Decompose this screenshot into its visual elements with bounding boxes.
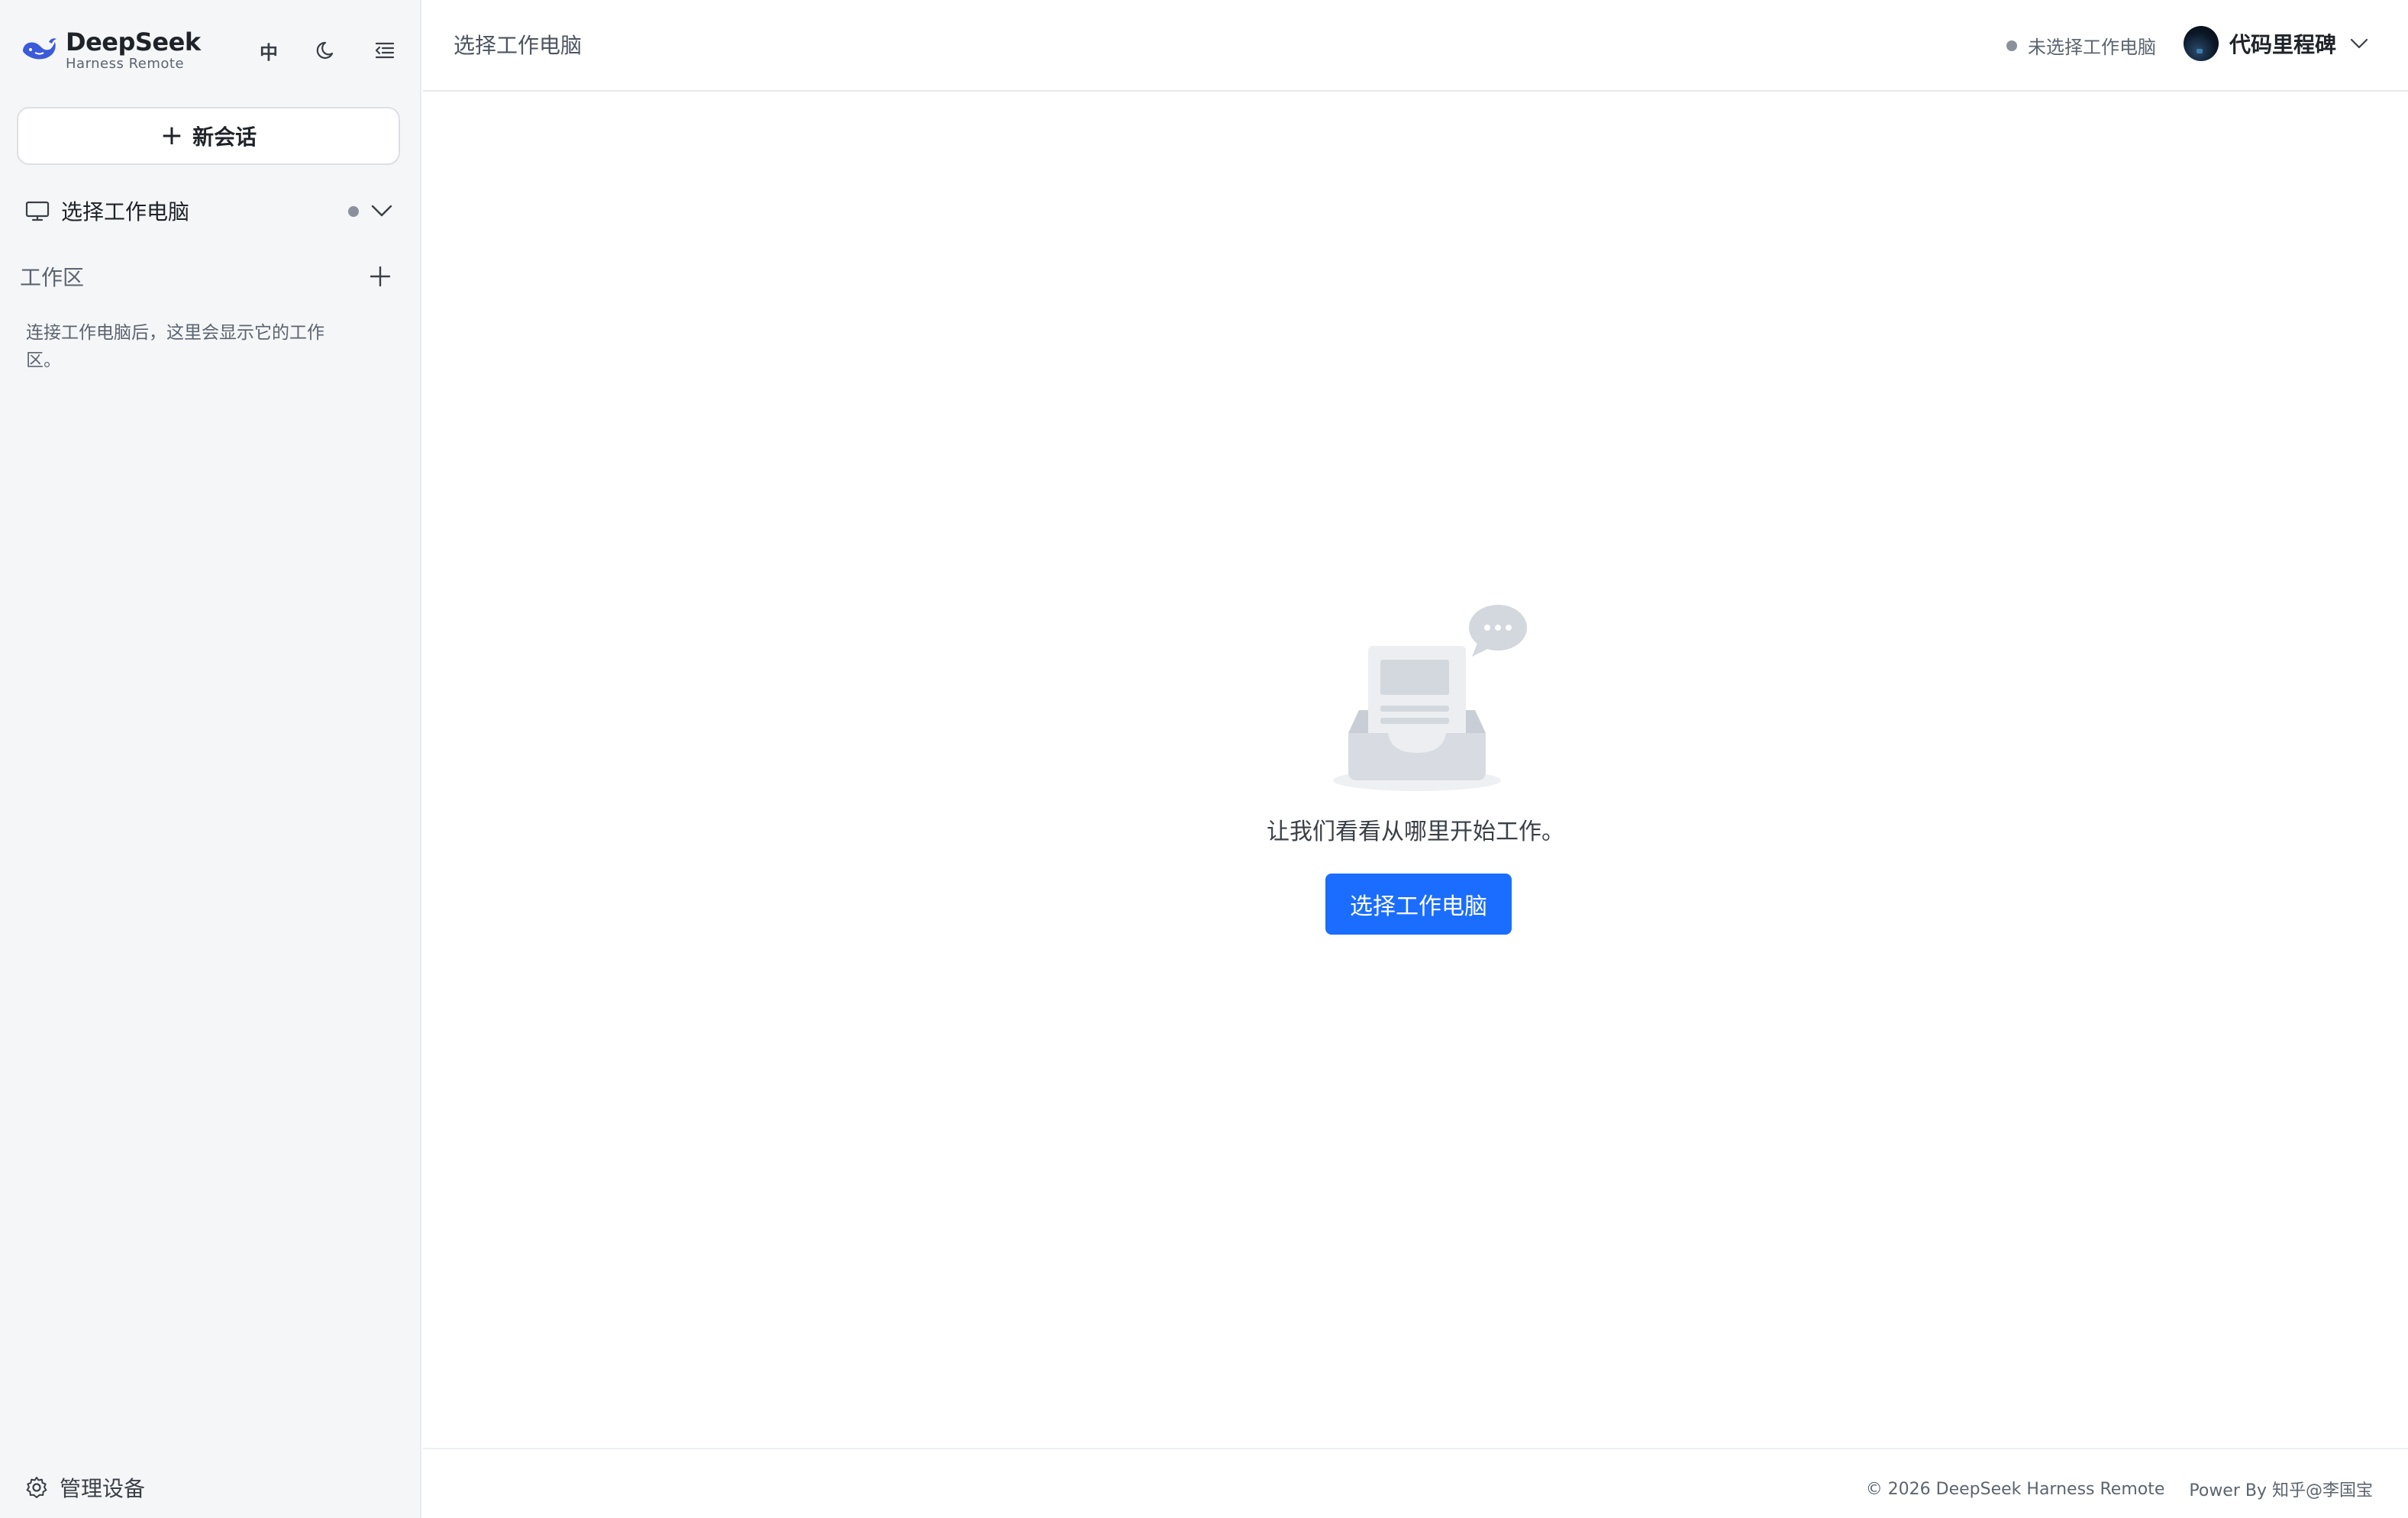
pc-selector-label: 选择工作电脑 — [61, 199, 190, 224]
page-title: 选择工作电脑 — [454, 33, 583, 58]
chevron-down-icon — [2350, 38, 2368, 49]
sidebar-toolbar: 中 — [252, 34, 402, 67]
empty-inbox-illustration-icon — [1333, 605, 1527, 791]
collapse-sidebar-icon — [375, 42, 395, 59]
collapse-sidebar-button[interactable] — [368, 34, 402, 67]
empty-state-text: 让我们看看从哪里开始工作。 — [1267, 819, 1564, 845]
brand[interactable]: DeepSeek Harness Remote — [20, 27, 201, 72]
sidebar: DeepSeek Harness Remote 中 + 新会话 选择工作电脑 工… — [0, 0, 421, 1518]
new-chat-button[interactable]: + 新会话 — [17, 107, 400, 165]
language-toggle-button[interactable]: 中 — [252, 34, 286, 67]
brand-name: DeepSeek — [66, 27, 201, 57]
whale-logo-icon — [23, 38, 56, 60]
brand-subtitle: Harness Remote — [66, 56, 185, 72]
chevron-down-icon — [371, 205, 392, 217]
user-name: 代码里程碑 — [2229, 32, 2337, 57]
footer: © 2026 DeepSeek Harness Remote Power By … — [423, 1448, 2408, 1518]
manage-devices-button[interactable]: 管理设备 — [24, 1472, 145, 1503]
new-chat-label: 新会话 — [192, 124, 257, 150]
monitor-icon — [25, 201, 50, 221]
select-pc-button[interactable]: 选择工作电脑 — [1325, 874, 1512, 935]
connection-status: 未选择工作电脑 — [2006, 32, 2156, 59]
manage-devices-label: 管理设备 — [60, 1476, 146, 1501]
status-text: 未选择工作电脑 — [2028, 37, 2156, 58]
top-header: 选择工作电脑 未选择工作电脑 代码里程碑 — [423, 0, 2408, 92]
power-by-link[interactable]: Power By 知乎@李国宝 — [2189, 1477, 2373, 1501]
app-root: DeepSeek Harness Remote 中 + 新会话 选择工作电脑 工… — [0, 0, 2408, 1518]
pc-selector[interactable]: 选择工作电脑 — [24, 194, 394, 228]
workspace-empty-text: 连接工作电脑后，这里会显示它的工作区。 — [26, 323, 324, 370]
user-menu[interactable]: 代码里程碑 — [2184, 26, 2370, 61]
workspace-title: 工作区 — [20, 265, 85, 290]
theme-toggle-button[interactable] — [310, 34, 344, 67]
gear-icon — [26, 1477, 47, 1498]
avatar — [2184, 26, 2219, 61]
status-dot — [2006, 40, 2017, 51]
add-workspace-icon[interactable] — [366, 263, 394, 290]
pc-status-dot — [348, 206, 359, 217]
copyright-text: © 2026 DeepSeek Harness Remote — [1865, 1479, 2165, 1499]
plus-icon: + — [160, 120, 184, 151]
workspace-header: 工作区 — [20, 260, 394, 293]
moon-icon — [316, 41, 334, 60]
